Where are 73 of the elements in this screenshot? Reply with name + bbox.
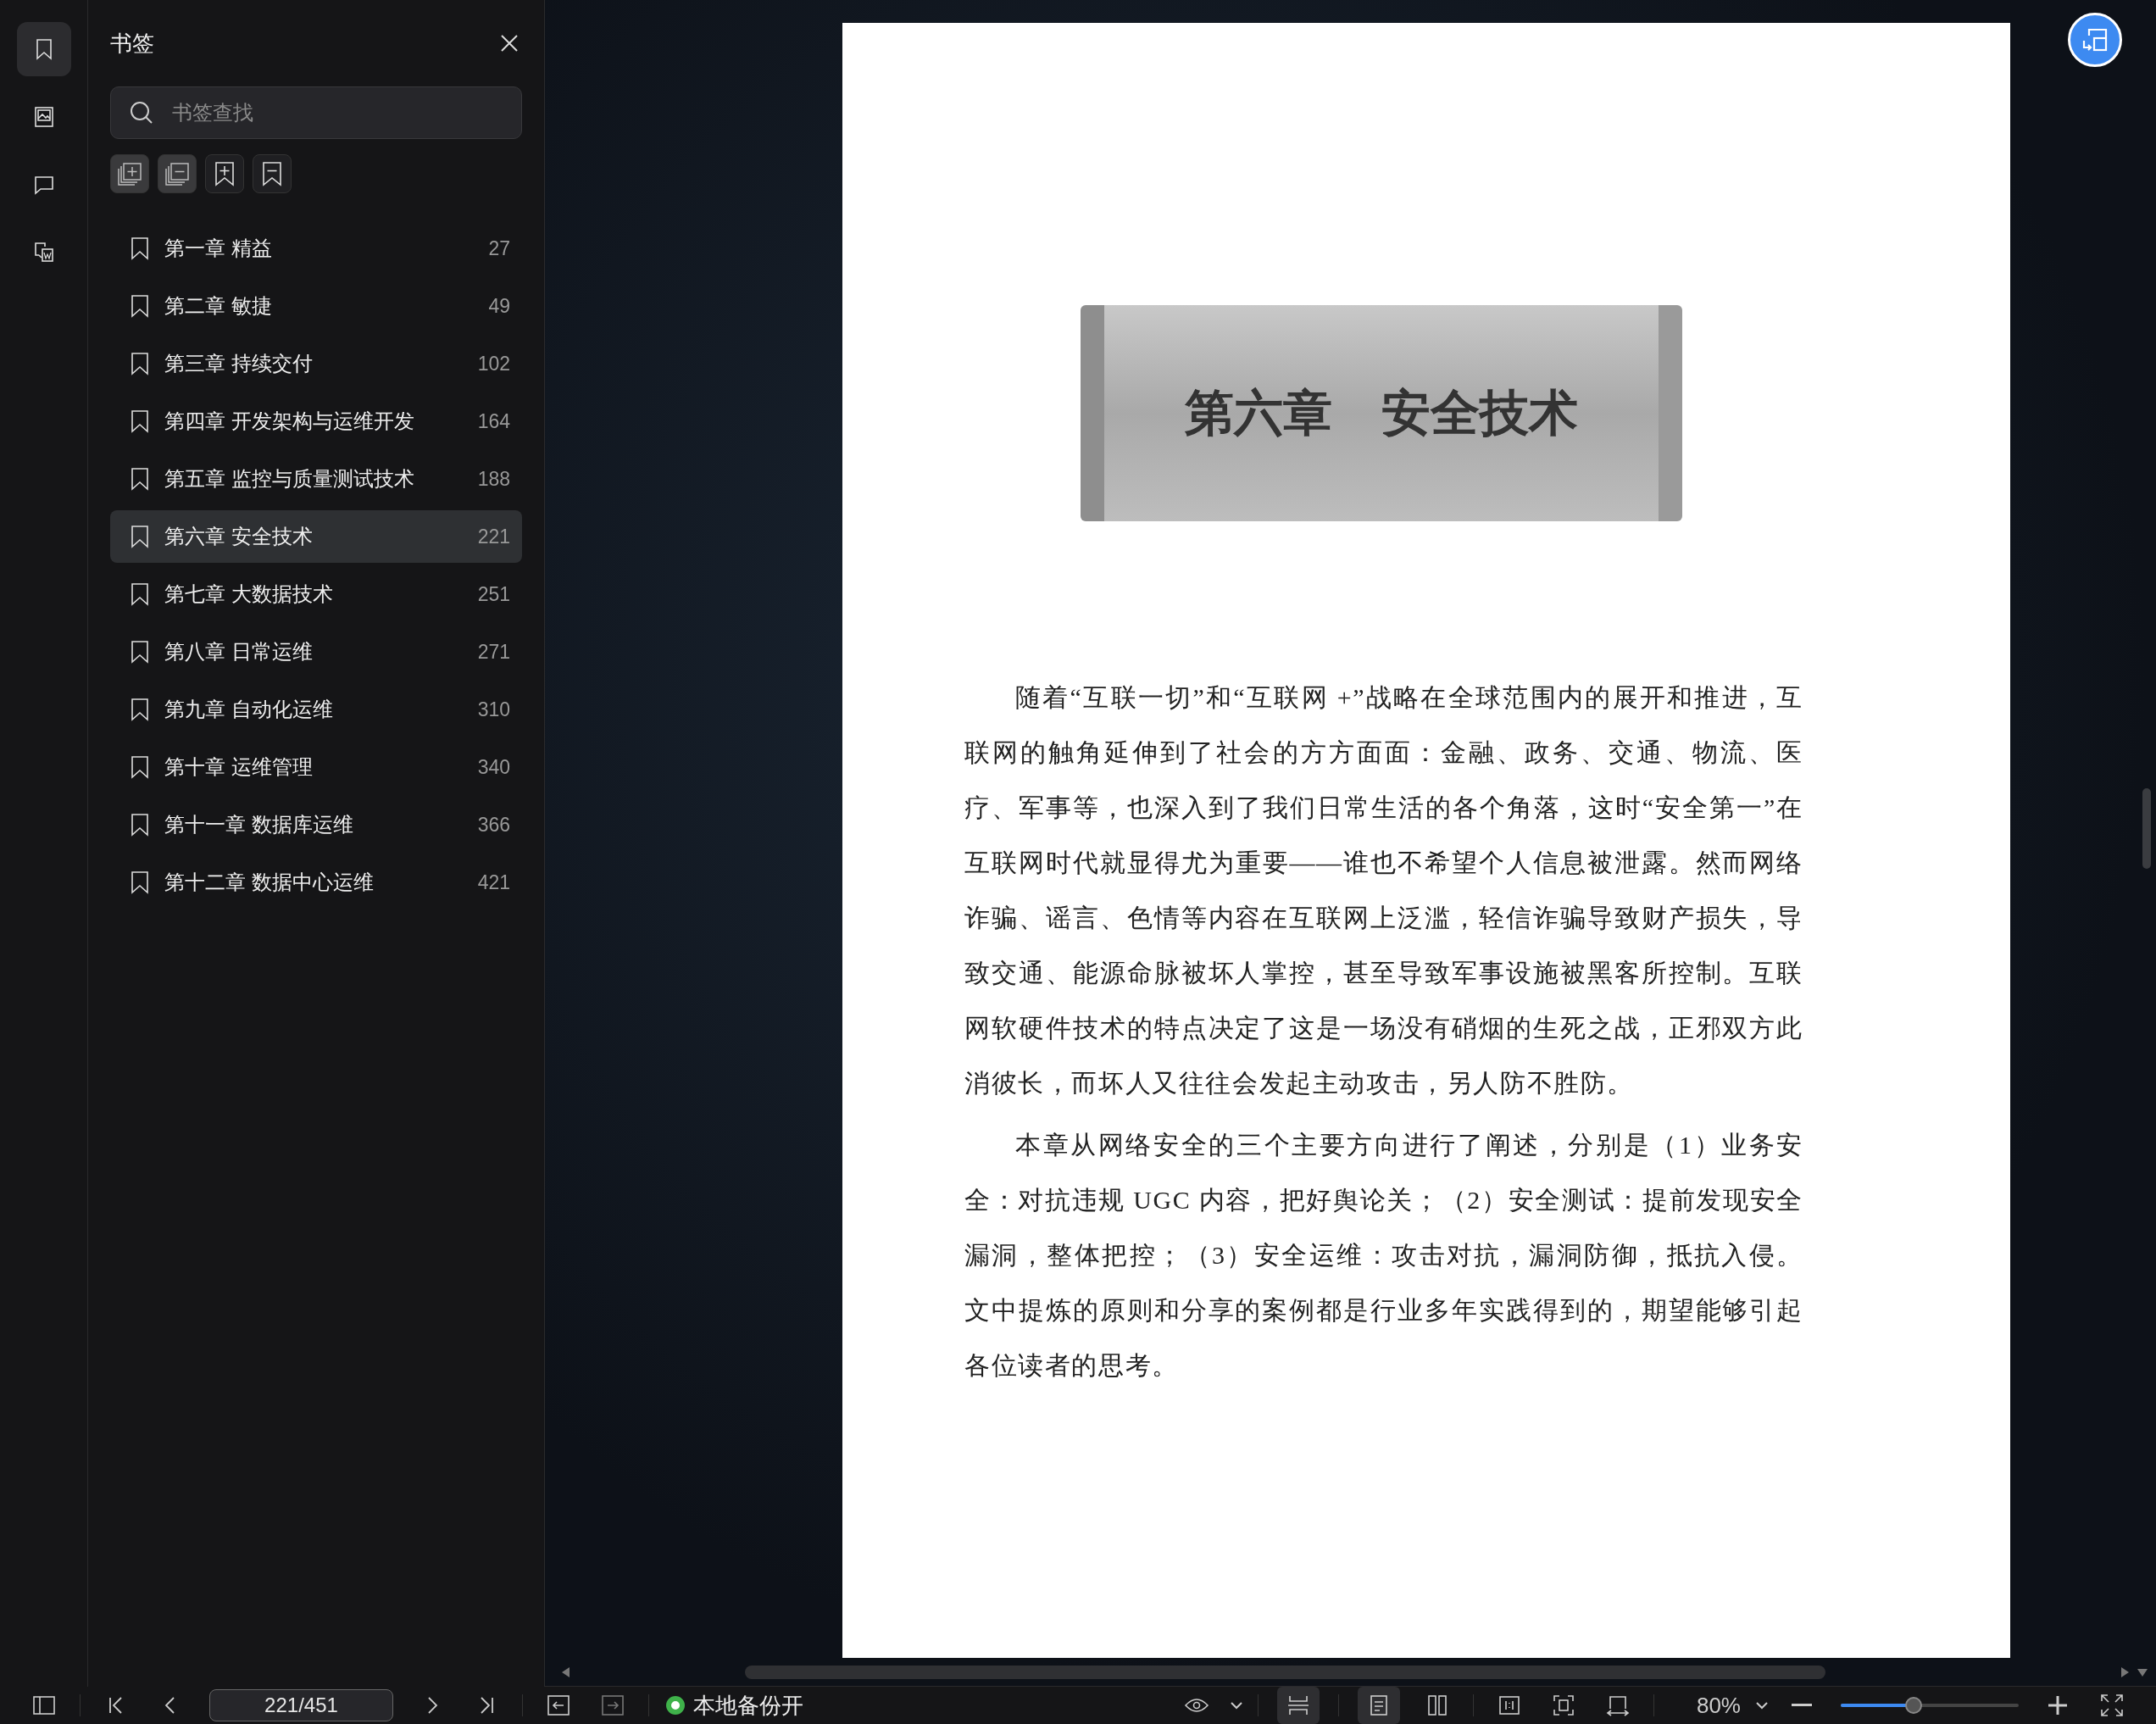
bookmark-label: 第七章 大数据技术: [164, 581, 334, 607]
bookmark-item[interactable]: 第十章 运维管理 340: [110, 741, 522, 793]
search-field[interactable]: 书签查找: [110, 86, 522, 139]
scrollbar-thumb[interactable]: [745, 1666, 1825, 1679]
convert-button[interactable]: [2068, 13, 2122, 67]
page-number: 271: [477, 640, 510, 664]
page-number: 221: [477, 525, 510, 548]
caret-icon[interactable]: [1756, 1701, 1768, 1710]
bookmark-icon: [131, 582, 149, 606]
chapter-title: 第六章 安全技术: [1185, 384, 1578, 442]
bookmark-icon: [131, 409, 149, 433]
bookmark-label: 第九章 自动化运维: [164, 697, 334, 722]
scroll-right-icon[interactable]: [2120, 1667, 2129, 1677]
bookmark-icon: [131, 294, 149, 318]
bookmark-label: 第四章 开发架构与运维开发: [164, 409, 415, 434]
bookmark-item[interactable]: 第十二章 数据中心运维 421: [110, 856, 522, 909]
page-number: 366: [477, 813, 510, 837]
backup-status[interactable]: 本地备份开: [693, 1690, 803, 1721]
page-number: 102: [477, 352, 510, 375]
page-number: 340: [477, 755, 510, 779]
page-number: 310: [477, 698, 510, 721]
page-number: 188: [477, 467, 510, 491]
bookmark-icon: [131, 755, 149, 779]
bookmark-icon: [131, 467, 149, 491]
paragraph: 随着“互联一切”和“互联网 +”战略在全球范围内的展开和推进，互联网的触角延伸到了社会的方方面面：金融、政务、交通、物流、医疗、军事等，也深入到了我们日常生活的各个角落，这时“安全第一”在互联网时代就显得尤为重要——谁也不希望个人信息被泄露。然而网络诈骗、谣言、色情等内容在互联网上泛滥，轻信诈骗导致财产损失，导致交通、能源命脉被坏人掌控，甚至导致军事设施被黑客所控制。互联网软硬件技术的特点决定了这是一场没有硝烟的生死之战，正邪双方此消彼长，而坏人又往往会发起主动攻击，另人防不胜防。: [964, 682, 1803, 1098]
bookmark-label: 第三章 持续交付: [164, 351, 314, 376]
bookmark-label: 第十一章 数据库运维: [164, 812, 354, 837]
bookmark-icon: [131, 870, 149, 894]
scrollbar-thumb[interactable]: [2142, 788, 2151, 869]
bookmark-label: 第六章 安全技术: [164, 524, 314, 549]
bookmark-icon[interactable]: [16, 22, 71, 76]
bookmark-label: 第八章 日常运维: [164, 639, 314, 665]
page-number: 27: [488, 236, 510, 260]
bookmark-item[interactable]: 第四章 开发架构与运维开发 164: [110, 395, 522, 448]
zoom-slider[interactable]: [1841, 1696, 2019, 1715]
bookmark-item[interactable]: 第六章 安全技术 221: [110, 510, 522, 563]
document-convert-icon: [2081, 27, 2109, 53]
bookmark-icon: [131, 525, 149, 548]
collapse-all-icon[interactable]: [158, 154, 197, 193]
bookmark-label: 第十章 运维管理: [164, 754, 314, 780]
page-number-field[interactable]: 221/451: [209, 1689, 393, 1721]
zoom-level[interactable]: 80%: [1696, 1692, 1741, 1719]
caret-icon[interactable]: [1230, 1701, 1242, 1710]
scroll-down-icon[interactable]: [2137, 1668, 2148, 1677]
single-page-icon[interactable]: [1357, 1687, 1400, 1724]
bookmark-icon: [131, 640, 149, 664]
bookmark-item[interactable]: 第八章 日常运维 271: [110, 626, 522, 678]
page-number: 421: [477, 870, 510, 894]
bookmark-icon: [131, 236, 149, 260]
bookmark-label: 第十二章 数据中心运维: [164, 870, 375, 895]
expand-all-icon[interactable]: [110, 154, 149, 193]
page-number: 164: [477, 409, 510, 433]
remove-bookmark-icon[interactable]: [253, 154, 292, 193]
continuous-scroll-icon[interactable]: [1276, 1687, 1320, 1724]
bookmark-item[interactable]: 第三章 持续交付 102: [110, 337, 522, 390]
bookmark-label: 第二章 敏捷: [164, 293, 273, 319]
page-number: 49: [488, 294, 510, 318]
bookmark-item[interactable]: 第九章 自动化运维 310: [110, 683, 522, 736]
scroll-left-icon[interactable]: [562, 1667, 570, 1677]
add-bookmark-icon[interactable]: [205, 154, 244, 193]
page-number: 251: [477, 582, 510, 606]
bookmark-item[interactable]: 第一章 精益 27: [110, 222, 522, 275]
bookmark-icon: [131, 352, 149, 375]
bookmark-item[interactable]: 第十一章 数据库运维 366: [110, 798, 522, 851]
panel-title: 书签: [110, 29, 154, 58]
bookmark-item[interactable]: 第七章 大数据技术 251: [110, 568, 522, 620]
bookmark-icon: [131, 698, 149, 721]
bookmark-label: 第一章 精益: [164, 236, 273, 261]
bookmark-icon: [131, 813, 149, 837]
bookmark-item[interactable]: 第五章 监控与质量测试技术 188: [110, 453, 522, 505]
bookmark-item[interactable]: 第二章 敏捷 49: [110, 280, 522, 332]
bookmark-label: 第五章 监控与质量测试技术: [164, 466, 415, 492]
paragraph: 本章从网络安全的三个主要方向进行了阐述，分别是（1）业务安全：对抗违规 UGC 内容，把好舆论关；（2）安全测试：提前发现安全漏洞，整体把控；（3）安全运维：攻击对抗，漏洞防御，抵抗入侵。文中提炼的原则和分享的案例都是行业多年实践得到的，期望能够引起各位读者的思考。: [964, 1130, 1803, 1381]
